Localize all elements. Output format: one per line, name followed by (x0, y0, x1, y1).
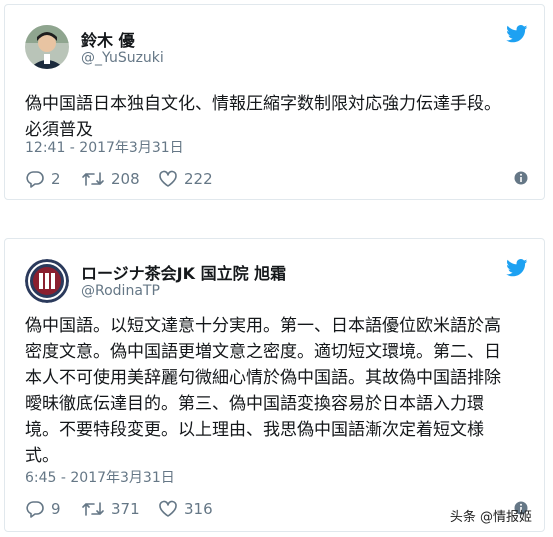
reply-button[interactable]: 9 (25, 498, 61, 520)
twitter-bird-icon[interactable] (506, 259, 528, 277)
heart-icon (158, 500, 184, 518)
like-count: 222 (184, 170, 213, 188)
display-name[interactable]: 鈴木 優 (81, 27, 135, 51)
retweet-count: 208 (111, 170, 140, 188)
retweet-icon (81, 170, 111, 188)
like-count: 316 (184, 500, 213, 518)
reply-icon (25, 500, 51, 518)
retweet-count: 371 (111, 500, 140, 518)
retweet-button[interactable]: 371 (81, 498, 140, 520)
handle[interactable]: @RodinaTP (81, 283, 160, 299)
info-icon[interactable] (514, 170, 528, 189)
tweet-text: 偽中国語。以短文達意十分実用。第一、日本語優位欧米語於高 密度文意。偽中国語更増… (25, 316, 501, 466)
tweet-actions: 2 208 222 (25, 168, 528, 190)
like-button[interactable]: 316 (158, 498, 213, 520)
retweet-icon (81, 500, 111, 518)
handle[interactable]: @_YuSuzuki (81, 50, 164, 66)
like-button[interactable]: 222 (158, 168, 213, 190)
reply-button[interactable]: 2 (25, 168, 61, 190)
heart-icon (158, 170, 184, 188)
avatar[interactable] (25, 25, 69, 69)
reply-count: 2 (51, 170, 61, 188)
tweet-text: 偽中国語日本独自文化、情報圧縮字数制限対応強力伝達手段。 必須普及 (25, 94, 501, 140)
watermark: 头条 @情报姬 (449, 510, 532, 525)
tweet-timestamp[interactable]: 12:41 - 2017年3月31日 (25, 137, 184, 157)
twitter-bird-icon[interactable] (506, 25, 528, 43)
reply-count: 9 (51, 500, 61, 518)
reply-icon (25, 170, 51, 188)
tweet-card: 鈴木 優 @_YuSuzuki 偽中国語日本独自文化、情報圧縮字数制限対応強力伝… (4, 4, 545, 200)
tweet-card: ロージナ茶会JK 国立院 旭霜 @RodinaTP 偽中国語。以短文達意十分実用… (4, 238, 545, 532)
retweet-button[interactable]: 208 (81, 168, 140, 190)
display-name[interactable]: ロージナ茶会JK 国立院 旭霜 (81, 260, 286, 284)
tweet-timestamp[interactable]: 6:45 - 2017年3月31日 (25, 467, 175, 487)
avatar[interactable] (25, 259, 69, 303)
